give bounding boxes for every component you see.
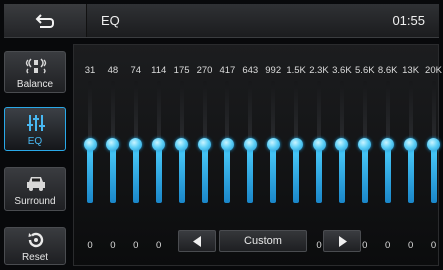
sidebar: Balance EQ Surround Reset bbox=[4, 44, 66, 266]
band-slider-fill bbox=[316, 142, 322, 203]
band-slider-fill bbox=[361, 142, 368, 203]
band-frequency-label: 5.6K bbox=[355, 65, 375, 76]
band-frequency-label: 13K bbox=[402, 65, 420, 76]
band-gain-value: 0 bbox=[133, 240, 139, 251]
band-frequency-label: 2.3K bbox=[309, 65, 329, 76]
band-slider-knob[interactable] bbox=[404, 137, 418, 151]
car-icon bbox=[27, 177, 45, 191]
sidebar-item-label: Reset bbox=[21, 252, 49, 263]
band-slider-fill bbox=[155, 142, 162, 203]
band-slider-fill bbox=[384, 142, 391, 203]
band-slider-fill bbox=[132, 142, 139, 203]
band-gain-value: 0 bbox=[87, 240, 93, 251]
sidebar-item-label: Balance bbox=[16, 79, 54, 90]
band-frequency-label: 31 bbox=[84, 65, 96, 76]
band-gain-value: 0 bbox=[110, 240, 116, 251]
clock: 01:55 bbox=[392, 13, 425, 28]
band-frequency-label: 8.6K bbox=[377, 65, 398, 76]
band-slider-knob[interactable] bbox=[220, 137, 234, 151]
band-gain-value: 0 bbox=[362, 240, 368, 251]
eq-sliders-icon bbox=[27, 115, 45, 131]
band-slider-knob[interactable] bbox=[243, 137, 257, 151]
band-gain-value: 0 bbox=[156, 240, 162, 251]
band-frequency-label: 74 bbox=[130, 65, 142, 76]
band-slider-fill bbox=[201, 142, 208, 203]
preset-prev-button[interactable] bbox=[178, 230, 216, 252]
back-button[interactable] bbox=[4, 4, 87, 37]
band-gain-value: 0 bbox=[430, 240, 437, 251]
preset-next-button[interactable] bbox=[323, 230, 361, 252]
band-slider-knob[interactable] bbox=[83, 137, 97, 151]
band-slider-fill bbox=[430, 142, 437, 203]
band-gain-value: 0 bbox=[316, 240, 322, 251]
band-slider-fill bbox=[270, 142, 277, 203]
band-frequency-label: 1.5K bbox=[286, 65, 306, 76]
band-frequency-label: 114 bbox=[151, 65, 167, 76]
sidebar-item-eq[interactable]: EQ bbox=[4, 107, 66, 151]
triangle-right-icon bbox=[339, 236, 347, 247]
band-frequency-label: 3.6K bbox=[332, 65, 352, 76]
reset-icon bbox=[28, 232, 44, 248]
band-slider-fill bbox=[407, 142, 414, 203]
balance-icon bbox=[25, 58, 47, 74]
band-frequency-label: 270 bbox=[196, 65, 213, 76]
sidebar-item-label: Surround bbox=[14, 196, 56, 207]
band-frequency-label: 175 bbox=[173, 65, 190, 76]
band-slider-knob[interactable] bbox=[175, 137, 189, 151]
band-slider-fill bbox=[338, 142, 345, 203]
band-slider-fill bbox=[293, 142, 300, 203]
band-slider-fill bbox=[109, 142, 116, 203]
band-frequency-label: 20K bbox=[425, 65, 442, 76]
band-gain-value: 0 bbox=[385, 240, 391, 251]
band-slider-knob[interactable] bbox=[129, 137, 143, 151]
eq-screen: EQ 01:55 Balance EQ Surround Reset 31 0 … bbox=[0, 0, 443, 270]
band-slider-knob[interactable] bbox=[335, 137, 349, 151]
band-slider-knob[interactable] bbox=[198, 137, 211, 151]
back-arrow-icon bbox=[35, 14, 54, 28]
band-frequency-label: 643 bbox=[242, 65, 259, 76]
triangle-left-icon bbox=[193, 236, 201, 247]
band-slider-fill bbox=[224, 142, 231, 203]
band-slider-knob[interactable] bbox=[106, 137, 120, 151]
band-slider-knob[interactable] bbox=[266, 137, 280, 151]
sidebar-item-label: EQ bbox=[27, 136, 43, 147]
band-slider-knob[interactable] bbox=[381, 137, 395, 151]
page-title: EQ bbox=[101, 13, 120, 28]
band-slider-fill bbox=[178, 142, 185, 203]
sidebar-item-surround[interactable]: Surround bbox=[4, 167, 66, 211]
band-slider-knob[interactable] bbox=[152, 137, 166, 151]
band-slider-knob[interactable] bbox=[358, 137, 372, 151]
band-slider-knob[interactable] bbox=[312, 137, 326, 151]
band-frequency-label: 417 bbox=[219, 65, 236, 76]
band-slider-fill bbox=[247, 142, 254, 203]
band-slider-fill bbox=[87, 142, 93, 203]
band-frequency-label: 992 bbox=[265, 65, 282, 76]
band-gain-value: 0 bbox=[407, 240, 414, 251]
sidebar-item-balance[interactable]: Balance bbox=[4, 51, 66, 93]
preset-name[interactable]: Custom bbox=[219, 230, 307, 252]
band-slider-knob[interactable] bbox=[289, 137, 303, 151]
sidebar-item-reset[interactable]: Reset bbox=[4, 227, 66, 265]
top-bar: EQ 01:55 bbox=[4, 4, 439, 38]
band-frequency-label: 48 bbox=[107, 65, 119, 76]
band-slider-knob[interactable] bbox=[427, 137, 440, 151]
